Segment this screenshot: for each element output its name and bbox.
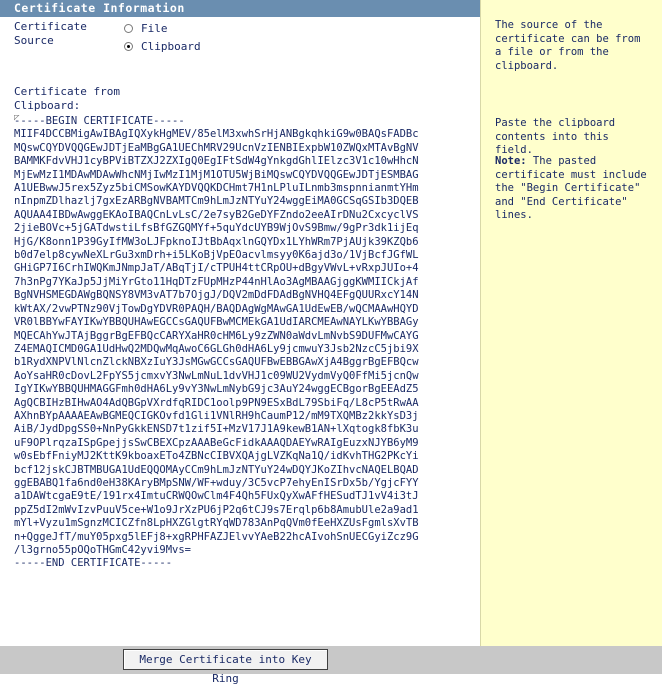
file-radio[interactable]: [124, 23, 133, 33]
help-source-text: The source of the certificate can be fro…: [495, 19, 641, 72]
file-radio-label[interactable]: File: [141, 22, 168, 35]
section-title: Certificate Information: [14, 1, 185, 15]
help-note: Note: The pasted certificate must includ…: [495, 155, 652, 223]
merge-certificate-button[interactable]: Merge Certificate into Key Ring: [123, 649, 328, 685]
help-paste-text: Paste the clipboard contents into this f…: [495, 117, 616, 156]
footer-bar: Merge Certificate into Key Ring: [0, 646, 662, 685]
clipboard-label: Certificate from Clipboard:: [14, 85, 120, 112]
source-label: Certificate Source: [14, 20, 87, 47]
certificate-textarea[interactable]: -----BEGIN CERTIFICATE----- MIIF4DCCBMig…: [14, 115, 474, 627]
clipboard-radio[interactable]: [124, 41, 133, 51]
clipboard-radio-label[interactable]: Clipboard: [141, 40, 201, 53]
source-option-clipboard[interactable]: Clipboard: [124, 39, 201, 53]
help-panel: The source of the certificate can be fro…: [480, 0, 662, 646]
main-panel: Certificate Source File Clipboard Certif…: [0, 17, 480, 646]
note-label: Note:: [495, 155, 527, 167]
section-header: Certificate Information: [0, 0, 480, 17]
source-option-file[interactable]: File: [124, 21, 168, 35]
